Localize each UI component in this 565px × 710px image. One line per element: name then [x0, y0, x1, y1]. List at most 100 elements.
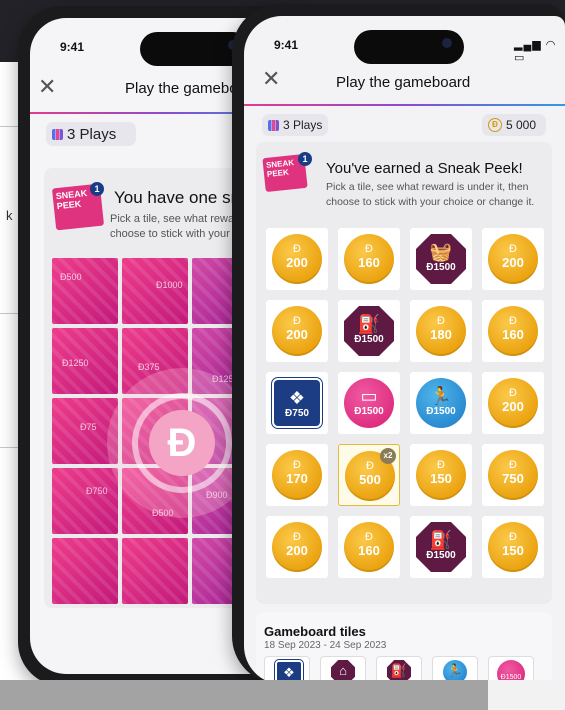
hidden-tile[interactable]: Đ500: [52, 258, 118, 324]
voucher-reward: ⛽ Đ1500: [416, 522, 466, 572]
reward-tile[interactable]: Đ 200: [266, 516, 328, 578]
status-time: 9:41: [60, 40, 85, 54]
reward-tile[interactable]: ❖ Đ750: [266, 372, 328, 434]
plays-counter: 3 Plays: [262, 114, 328, 136]
reward-tile[interactable]: Đ 160: [338, 228, 400, 290]
reward-tile[interactable]: Đ 170: [266, 444, 328, 506]
sneak-peek-count: 1: [298, 152, 312, 166]
gameboard-tiles-date: 18 Sep 2023 - 24 Sep 2023: [264, 640, 387, 651]
voucher-value: Đ1500: [354, 406, 384, 417]
basket-icon: 🧺: [429, 242, 453, 262]
voucher-reward: ▭ Đ1500: [344, 378, 394, 428]
reward-tile[interactable]: Đ 200: [482, 228, 544, 290]
chevron-shield-icon: ❖: [288, 388, 306, 408]
coins-balance: Đ 5 000: [482, 114, 546, 136]
coin-reward: Đ 170: [272, 450, 322, 500]
fuel-pump-icon: ⛽: [429, 530, 453, 550]
front-phone-screen: 9:41 ▂▄▆ ◠ ▭ ✕ Play the gameboard 3 Play…: [244, 16, 565, 684]
coin-reward: Đ 200: [272, 306, 322, 356]
reward-tile[interactable]: Đ 150: [482, 516, 544, 578]
voucher-value: Đ750: [285, 408, 309, 419]
gameboard-tiles-title: Gameboard tiles: [264, 624, 366, 639]
gameboard-card: SNEAK PEEK 1 You've earned a Sneak Peek!…: [256, 142, 552, 604]
reward-tile[interactable]: Đ 150: [410, 444, 472, 506]
reward-tile[interactable]: ⛽ Đ1500: [410, 516, 472, 578]
coin-value: 170: [286, 471, 308, 486]
bottom-overlay-block: [0, 680, 488, 710]
coin-reward: Đ 750: [488, 450, 538, 500]
coin-value: 160: [502, 327, 524, 342]
coin-reward: Đ 200: [488, 378, 538, 428]
dirham-logo-icon: Đ: [149, 410, 215, 476]
coin-reward: Đ 160: [344, 522, 394, 572]
grid-icon: [268, 119, 279, 131]
reward-tile[interactable]: Đ 160: [482, 300, 544, 362]
voucher-reward: 🧺 Đ1500: [416, 234, 466, 284]
hidden-tile[interactable]: [52, 538, 118, 604]
coin-value: 150: [430, 471, 452, 486]
nav-title: Play the gameboard: [336, 74, 471, 91]
reward-tile[interactable]: Đ 500 x2: [338, 444, 400, 506]
close-icon[interactable]: ✕: [262, 68, 280, 90]
reward-tile[interactable]: ▭ Đ1500: [338, 372, 400, 434]
plays-label: 3 Plays: [283, 118, 323, 132]
grid-icon: [52, 128, 63, 140]
dirham-symbol: Đ: [365, 531, 373, 543]
dirham-symbol: Đ: [509, 531, 517, 543]
dirham-symbol: Đ: [437, 315, 445, 327]
dirham-coin-icon: Đ: [488, 118, 502, 132]
hidden-tile[interactable]: [122, 538, 188, 604]
coin-reward: Đ 150: [416, 450, 466, 500]
coin-reward: Đ 150: [488, 522, 538, 572]
voucher-value: Đ1500: [426, 550, 456, 561]
coin-value: 200: [286, 327, 308, 342]
coin-reward: Đ 200: [272, 522, 322, 572]
coin-reward: Đ 180: [416, 306, 466, 356]
dirham-symbol: Đ: [293, 315, 301, 327]
coin-value: 200: [502, 399, 524, 414]
coin-reward: Đ 200: [272, 234, 322, 284]
reward-tile[interactable]: Đ 750: [482, 444, 544, 506]
reward-tile[interactable]: Đ 200: [266, 300, 328, 362]
hidden-tile[interactable]: Đ750: [52, 468, 118, 534]
sneak-peek-description: Pick a tile, see what reward is under it…: [326, 181, 535, 208]
dirham-symbol: Đ: [293, 459, 301, 471]
reward-tile[interactable]: 🏃 Đ1500: [410, 372, 472, 434]
coin-value: 150: [502, 543, 524, 558]
coin-value: 160: [358, 543, 380, 558]
plays-counter: 3 Plays: [46, 122, 136, 146]
dynamic-island: [354, 30, 464, 64]
coin-reward: Đ 160: [488, 306, 538, 356]
voucher-reward: 🏃 Đ1500: [416, 378, 466, 428]
voucher-value: Đ1500: [354, 334, 384, 345]
reward-tile[interactable]: Đ 180: [410, 300, 472, 362]
gameboard-tiles-section: Gameboard tiles 18 Sep 2023 - 24 Sep 202…: [256, 612, 552, 684]
wallet-icon: ▭: [360, 386, 378, 406]
plays-label: 3 Plays: [67, 125, 117, 143]
reward-tile[interactable]: ⛽ Đ1500: [338, 300, 400, 362]
reward-tile[interactable]: Đ 200: [266, 228, 328, 290]
hidden-tile[interactable]: Đ1000: [122, 258, 188, 324]
dirham-symbol: Đ: [509, 387, 517, 399]
dirham-symbol: Đ: [293, 531, 301, 543]
sneak-peek-count: 1: [90, 182, 104, 196]
coin-value: 180: [430, 327, 452, 342]
voucher-reward: ❖ Đ750: [272, 378, 322, 428]
coins-label: 5 000: [506, 118, 537, 132]
multiplier-badge: x2: [380, 448, 396, 464]
status-time: 9:41: [274, 38, 299, 52]
coin-value: 200: [502, 255, 524, 270]
voucher-value: Đ1500: [426, 406, 456, 417]
hidden-tile[interactable]: Đ1250: [52, 328, 118, 394]
reward-tile[interactable]: Đ 200: [482, 372, 544, 434]
reward-tile[interactable]: Đ 160: [338, 516, 400, 578]
voucher-value: Đ1500: [426, 262, 456, 273]
reward-tile[interactable]: 🧺 Đ1500: [410, 228, 472, 290]
sneak-peek-title: You've earned a Sneak Peek!: [326, 160, 523, 177]
dirham-symbol: Đ: [293, 243, 301, 255]
close-icon[interactable]: ✕: [38, 76, 56, 98]
status-icons: ▂▄▆ ◠ ▭: [514, 39, 557, 64]
coin-reward: Đ 160: [344, 234, 394, 284]
front-phone: 9:41 ▂▄▆ ◠ ▭ ✕ Play the gameboard 3 Play…: [232, 4, 565, 684]
coin-value: 200: [286, 255, 308, 270]
